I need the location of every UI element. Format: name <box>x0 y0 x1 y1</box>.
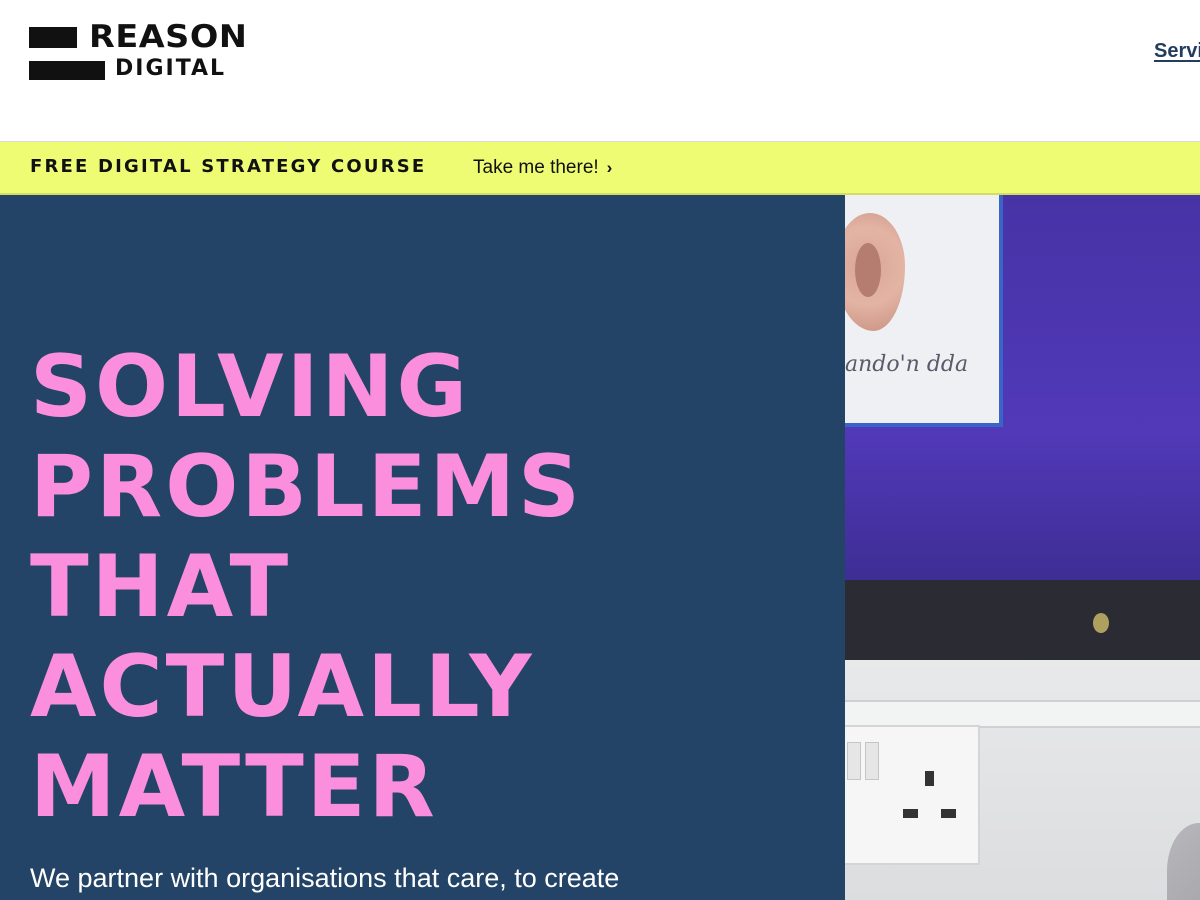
photo-socket-pin <box>941 809 956 818</box>
hero-image: ando'n dda <box>845 195 1200 900</box>
logo-word-reason: REASON <box>89 19 248 55</box>
photo-socket-pin <box>925 771 934 786</box>
photo-board-shadow <box>845 580 1200 660</box>
promo-title: FREE DIGITAL STRATEGY COURSE <box>30 156 427 177</box>
photo-knob <box>1093 613 1109 633</box>
site-header: REASON DIGITAL Servi <box>0 0 1200 142</box>
hero-title-line: PROBLEMS <box>30 437 583 537</box>
nav-item-services[interactable]: Servi <box>1154 40 1200 63</box>
logo-word-digital: DIGITAL <box>115 56 227 81</box>
hero-title-line: ACTUALLY <box>30 637 535 737</box>
hero-panel: SOLVING PROBLEMS THAT ACTUALLY MATTER We… <box>0 195 845 900</box>
photo-socket-pin <box>903 809 918 818</box>
photo-sign-card: ando'n dda <box>845 195 1003 427</box>
photo-cable-trunking <box>845 700 1200 728</box>
hero-title-line: THAT <box>30 537 292 637</box>
promo-link-label: Take me there! <box>473 157 599 178</box>
hero-title-line: SOLVING <box>30 337 471 437</box>
promo-link[interactable]: Take me there! › <box>473 157 612 179</box>
photo-socket-switch <box>847 742 861 780</box>
photo-ear-illustration <box>845 213 905 331</box>
hero-title-line: MATTER <box>30 737 438 837</box>
promo-banner: FREE DIGITAL STRATEGY COURSE Take me the… <box>0 142 1200 195</box>
photo-socket-switch <box>865 742 879 780</box>
chevron-right-icon: › <box>606 158 613 177</box>
photo-power-socket <box>845 725 980 865</box>
photo-sign-text: ando'n dda <box>845 352 969 377</box>
hero-title: SOLVING PROBLEMS THAT ACTUALLY MATTER <box>30 337 583 837</box>
hero-subtitle: We partner with organisations that care,… <box>30 863 620 893</box>
logo-bar-bottom <box>29 61 105 80</box>
logo[interactable]: REASON DIGITAL <box>29 22 261 82</box>
logo-bar-top <box>29 27 77 48</box>
